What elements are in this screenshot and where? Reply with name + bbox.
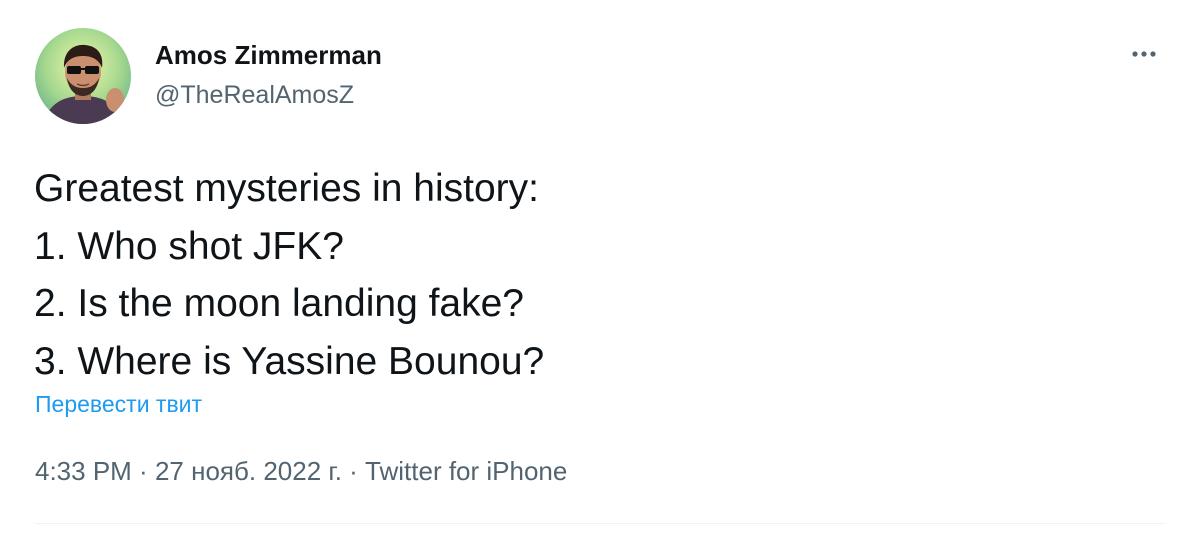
tweet-text-line: 1. Who shot JFK? bbox=[34, 224, 344, 268]
author-handle[interactable]: @TheRealAmosZ bbox=[155, 81, 354, 110]
tweet-text-line: 2. Is the moon landing fake? bbox=[34, 282, 524, 325]
translate-tweet-link[interactable]: Перевести твит bbox=[35, 391, 202, 418]
avatar[interactable] bbox=[35, 28, 131, 124]
meta-separator: · bbox=[341, 456, 366, 486]
more-horizontal-icon bbox=[1132, 51, 1156, 57]
tweet-text-line: Greatest mysteries in history: bbox=[34, 167, 539, 210]
tweet-source[interactable]: Twitter for iPhone bbox=[365, 456, 567, 486]
avatar-image bbox=[35, 28, 131, 124]
more-button[interactable] bbox=[1124, 40, 1164, 68]
tweet-text: Greatest mysteries in history: 1. Who sh… bbox=[34, 160, 544, 390]
tweet-text-line: 3. Where is Yassine Bounou? bbox=[34, 339, 545, 383]
divider bbox=[35, 523, 1165, 524]
meta-separator: · bbox=[131, 456, 155, 486]
tweet-metadata: 4:33 PM · 27 нояб. 2022 г. · Twitter for… bbox=[35, 456, 567, 487]
tweet-date[interactable]: 27 нояб. 2022 г. bbox=[155, 456, 342, 486]
tweet-time[interactable]: 4:33 PM bbox=[35, 456, 132, 486]
author-name[interactable]: Amos Zimmerman bbox=[155, 40, 382, 71]
tweet-card: Amos Zimmerman @TheRealAmosZ Greatest my… bbox=[0, 0, 1200, 542]
